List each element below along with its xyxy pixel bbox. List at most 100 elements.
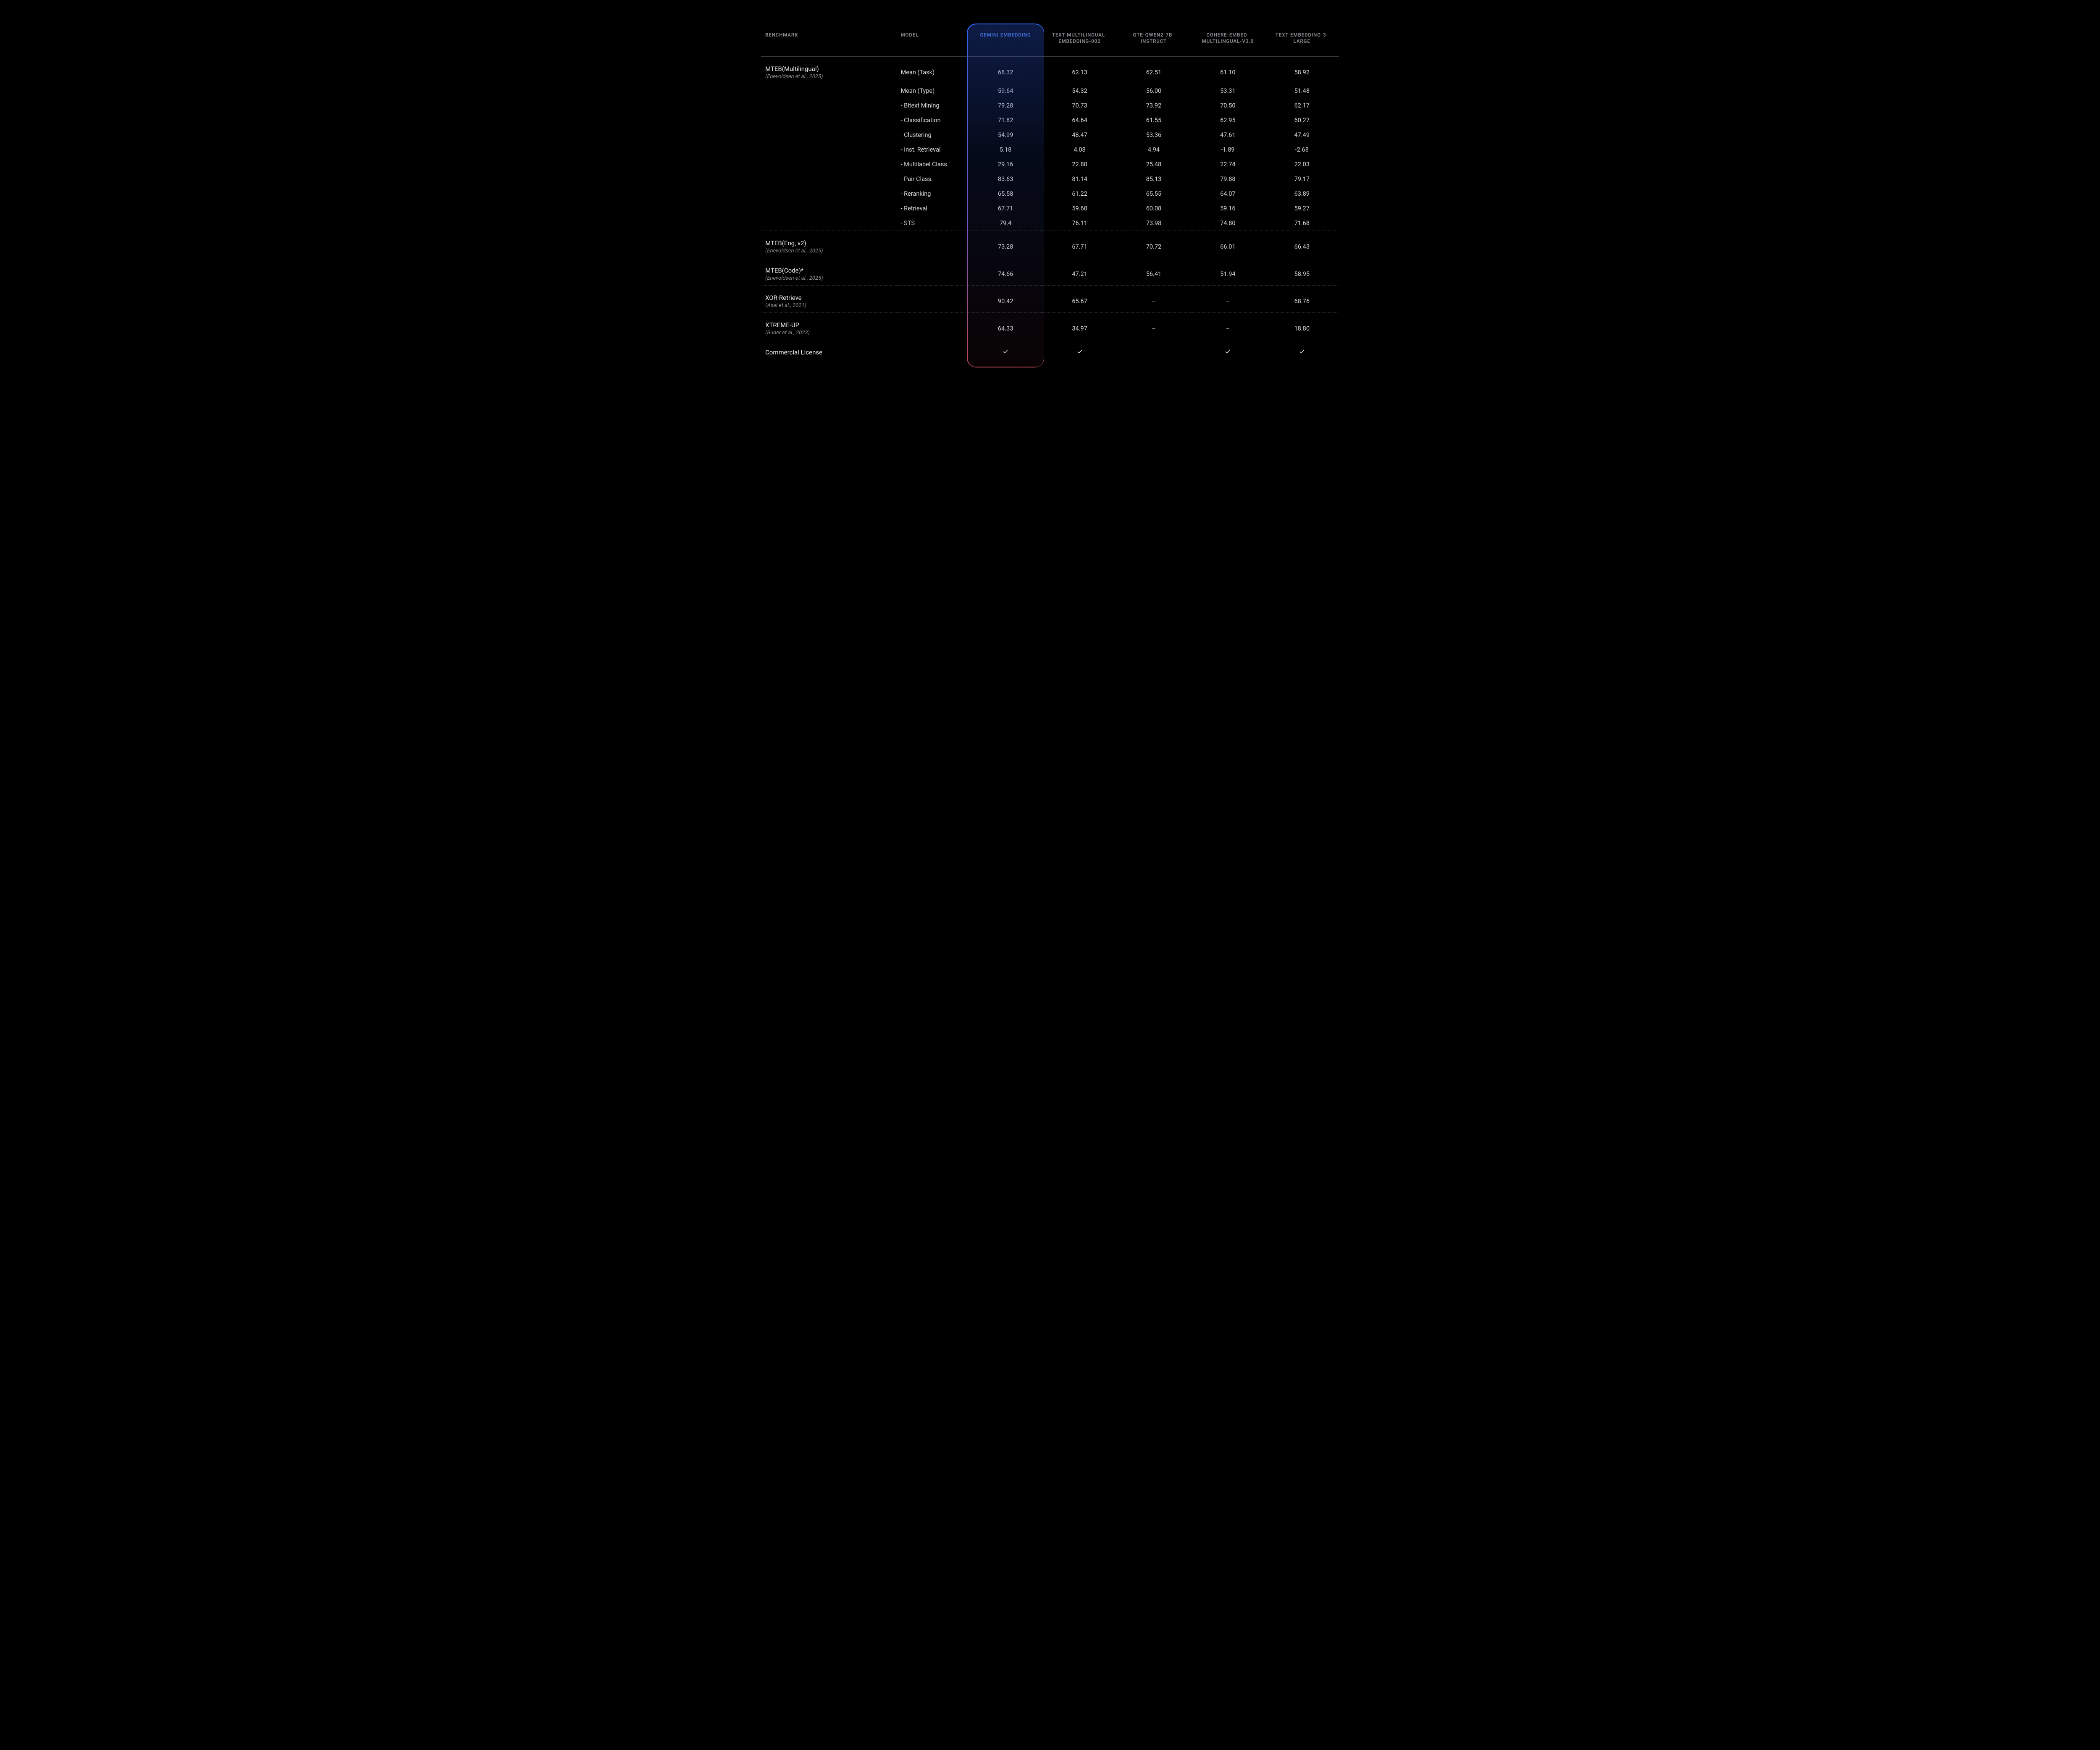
benchmark-cell <box>761 84 897 98</box>
table-row: - Inst. Retrieval5.184.084.94-1.89-2.68 <box>761 142 1339 157</box>
table-row: - Bitext Mining79.2870.7373.9270.5062.17 <box>761 98 1339 113</box>
value-cell <box>1117 340 1191 360</box>
value-cell: 64.33 <box>969 312 1042 340</box>
value-cell: 73.98 <box>1117 216 1191 231</box>
value-cell: 47.21 <box>1042 258 1116 285</box>
benchmark-cell <box>761 113 897 128</box>
header-col-2: gte-Qwen2-7B-instruct <box>1117 25 1191 56</box>
value-cell: 61.55 <box>1117 113 1191 128</box>
value-cell: 74.80 <box>1191 216 1265 231</box>
table-row: MTEB(Code)*(Enevoldsen et al., 2025) 74.6… <box>761 258 1339 285</box>
benchmark-cell: MTEB(Eng, v2)(Enevoldsen et al., 2025) <box>761 231 897 258</box>
value-cell <box>1265 340 1339 360</box>
benchmark-title: Commercial License <box>765 349 822 356</box>
table-row: MTEB(Multilingual)(Enevoldsen et al., 20… <box>761 56 1339 84</box>
value-cell: 90.42 <box>969 285 1042 312</box>
benchmark-title: MTEB(Eng, v2) <box>765 239 806 247</box>
table-row: - STS79.476.1173.9874.8071.68 <box>761 216 1339 231</box>
header-col-3: Cohere-embed-multilingual-v3.0 <box>1191 25 1265 56</box>
value-cell: 70.72 <box>1117 231 1191 258</box>
value-cell: 59.64 <box>969 84 1042 98</box>
benchmark-table-wrap: BENCHMARK MODEL GEMINI EMBEDDING text-mu… <box>748 0 1352 402</box>
model-label: Mean (Task) <box>897 56 969 84</box>
table-row: - Multilabel Class.29.1622.8025.4822.742… <box>761 157 1339 172</box>
value-cell: 61.22 <box>1042 186 1116 201</box>
benchmark-citation: (Enevoldsen et al., 2025) <box>765 275 892 281</box>
value-cell: 47.61 <box>1191 128 1265 142</box>
benchmark-cell: Commercial License <box>761 340 897 360</box>
table-row: MTEB(Eng, v2)(Enevoldsen et al., 2025) 73… <box>761 231 1339 258</box>
value-cell: – <box>1117 285 1191 312</box>
value-cell: 79.88 <box>1191 172 1265 186</box>
value-cell: 66.01 <box>1191 231 1265 258</box>
table-row: - Retrieval67.7159.6860.0859.1659.27 <box>761 201 1339 216</box>
table-row: Commercial License <box>761 340 1339 360</box>
value-cell: 56.41 <box>1117 258 1191 285</box>
table-row: - Clustering54.9948.4753.3647.6147.49 <box>761 128 1339 142</box>
benchmark-cell: MTEB(Code)*(Enevoldsen et al., 2025) <box>761 258 897 285</box>
benchmark-cell: MTEB(Multilingual)(Enevoldsen et al., 20… <box>761 56 897 84</box>
model-label <box>897 312 969 340</box>
benchmark-cell <box>761 142 897 157</box>
value-cell: 67.71 <box>969 201 1042 216</box>
model-label: - Bitext Mining <box>897 98 969 113</box>
value-cell: 34.97 <box>1042 312 1116 340</box>
value-cell: 79.4 <box>969 216 1042 231</box>
value-cell: 64.64 <box>1042 113 1116 128</box>
model-label: Mean (Type) <box>897 84 969 98</box>
check-icon <box>1299 349 1305 354</box>
model-label: - Multilabel Class. <box>897 157 969 172</box>
table-row: - Pair Class.83.6381.1485.1379.8879.17 <box>761 172 1339 186</box>
value-cell: – <box>1191 312 1265 340</box>
value-cell: 56.00 <box>1117 84 1191 98</box>
value-cell: 70.50 <box>1191 98 1265 113</box>
value-cell: -2.68 <box>1265 142 1339 157</box>
benchmark-cell <box>761 172 897 186</box>
value-cell: 74.66 <box>969 258 1042 285</box>
benchmark-title: XOR-Retrieve <box>765 294 802 302</box>
value-cell <box>969 340 1042 360</box>
value-cell: 67.71 <box>1042 231 1116 258</box>
model-label: - Inst. Retrieval <box>897 142 969 157</box>
value-cell: 65.58 <box>969 186 1042 201</box>
header-row: BENCHMARK MODEL GEMINI EMBEDDING text-mu… <box>761 25 1339 56</box>
table-row: Mean (Type)59.6454.3256.0053.3151.48 <box>761 84 1339 98</box>
model-label: - Classification <box>897 113 969 128</box>
value-cell: 62.17 <box>1265 98 1339 113</box>
model-label: - Retrieval <box>897 201 969 216</box>
value-cell: 58.92 <box>1265 56 1339 84</box>
value-cell: 53.31 <box>1191 84 1265 98</box>
value-cell: 22.03 <box>1265 157 1339 172</box>
value-cell: 62.51 <box>1117 56 1191 84</box>
value-cell: 81.14 <box>1042 172 1116 186</box>
model-label <box>897 285 969 312</box>
value-cell: 25.48 <box>1117 157 1191 172</box>
benchmark-cell <box>761 157 897 172</box>
table-row: XOR-Retrieve(Asai et al., 2021)90.4265.6… <box>761 285 1339 312</box>
benchmark-cell <box>761 128 897 142</box>
value-cell: 22.80 <box>1042 157 1116 172</box>
value-cell: 29.16 <box>969 157 1042 172</box>
model-label <box>897 340 969 360</box>
model-label: - STS <box>897 216 969 231</box>
value-cell: 59.68 <box>1042 201 1116 216</box>
value-cell: 58.95 <box>1265 258 1339 285</box>
value-cell: 60.27 <box>1265 113 1339 128</box>
value-cell <box>1191 340 1265 360</box>
benchmark-citation: (Ruder et al., 2023) <box>765 330 892 336</box>
value-cell: -1.89 <box>1191 142 1265 157</box>
benchmark-cell: XOR-Retrieve(Asai et al., 2021) <box>761 285 897 312</box>
value-cell: 73.28 <box>969 231 1042 258</box>
value-cell: 22.74 <box>1191 157 1265 172</box>
check-icon <box>1225 349 1231 354</box>
header-col-0: GEMINI EMBEDDING <box>969 25 1042 56</box>
value-cell: 71.82 <box>969 113 1042 128</box>
header-model: MODEL <box>897 25 969 56</box>
table-row: XTREME-UP(Ruder et al., 2023)64.3334.97–… <box>761 312 1339 340</box>
benchmark-citation: (Enevoldsen et al., 2025) <box>765 73 892 80</box>
value-cell: 59.16 <box>1191 201 1265 216</box>
header-benchmark: BENCHMARK <box>761 25 897 56</box>
value-cell: 73.92 <box>1117 98 1191 113</box>
value-cell: 66.43 <box>1265 231 1339 258</box>
value-cell: 5.18 <box>969 142 1042 157</box>
